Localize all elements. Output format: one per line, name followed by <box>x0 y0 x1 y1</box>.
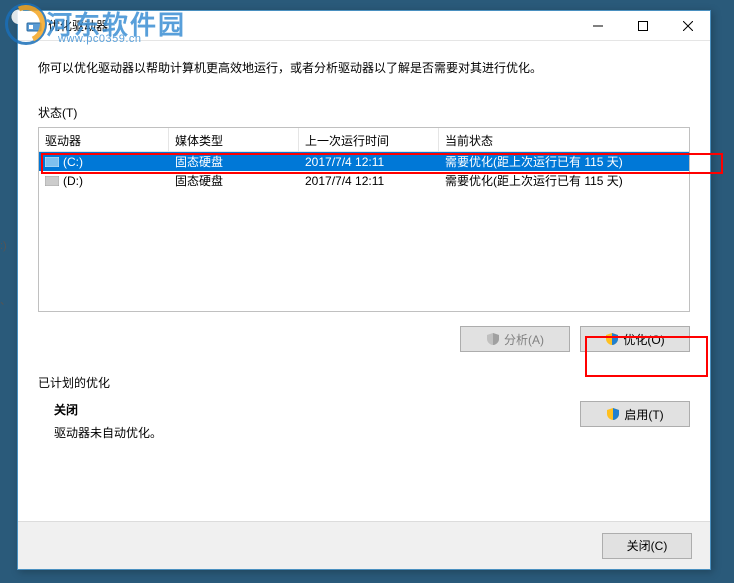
header-drive[interactable]: 驱动器 <box>39 128 169 151</box>
minimize-icon <box>593 21 603 31</box>
window-title: 优化驱动器 <box>48 17 575 34</box>
dialog-footer: 关闭(C) <box>18 521 710 569</box>
maximize-button[interactable] <box>620 11 665 40</box>
close-icon <box>683 21 693 31</box>
description-text: 你可以优化驱动器以帮助计算机更高效地运行，或者分析驱动器以了解是否需要对其进行优… <box>38 59 690 76</box>
schedule-heading: 已计划的优化 <box>38 374 690 391</box>
header-media[interactable]: 媒体类型 <box>169 128 299 151</box>
schedule-detail: 驱动器未自动优化。 <box>54 424 162 441</box>
app-icon <box>26 18 42 34</box>
titlebar[interactable]: 优化驱动器 <box>18 11 710 41</box>
close-button[interactable] <box>665 11 710 40</box>
cell-media: 固态硬盘 <box>169 172 299 189</box>
cell-drive: (C:) <box>39 155 169 169</box>
table-row[interactable]: (C:) 固态硬盘 2017/7/4 12:11 需要优化(距上次运行已有 11… <box>39 152 689 171</box>
shield-icon <box>605 332 619 346</box>
optimize-drives-window: 优化驱动器 你可以优化驱动器以帮助计算机更高效地运行，或者分析驱动器以了解是否需… <box>17 10 711 570</box>
cell-last: 2017/7/4 12:11 <box>299 174 439 188</box>
cell-drive: (D:) <box>39 174 169 188</box>
drives-table[interactable]: 驱动器 媒体类型 上一次运行时间 当前状态 (C:) 固态硬盘 2017/7/4… <box>38 127 690 312</box>
cell-state: 需要优化(距上次运行已有 115 天) <box>439 172 689 189</box>
cell-media: 固态硬盘 <box>169 153 299 170</box>
header-last[interactable]: 上一次运行时间 <box>299 128 439 151</box>
shield-icon <box>486 332 500 346</box>
table-header: 驱动器 媒体类型 上一次运行时间 当前状态 <box>39 128 689 152</box>
background-fragment: :) 、 <box>0 240 12 308</box>
drive-icon <box>45 176 59 186</box>
cell-last: 2017/7/4 12:11 <box>299 155 439 169</box>
cell-state: 需要优化(距上次运行已有 115 天) <box>439 153 689 170</box>
maximize-icon <box>638 21 648 31</box>
status-label: 状态(T) <box>38 104 690 121</box>
drive-icon <box>45 157 59 167</box>
close-dialog-button[interactable]: 关闭(C) <box>602 533 692 559</box>
optimize-button[interactable]: 优化(O) <box>580 326 690 352</box>
schedule-status: 关闭 <box>54 401 162 418</box>
analyze-button[interactable]: 分析(A) <box>460 326 570 352</box>
minimize-button[interactable] <box>575 11 620 40</box>
shield-icon <box>606 407 620 421</box>
header-state[interactable]: 当前状态 <box>439 128 689 151</box>
enable-button[interactable]: 启用(T) <box>580 401 690 427</box>
table-row[interactable]: (D:) 固态硬盘 2017/7/4 12:11 需要优化(距上次运行已有 11… <box>39 171 689 190</box>
